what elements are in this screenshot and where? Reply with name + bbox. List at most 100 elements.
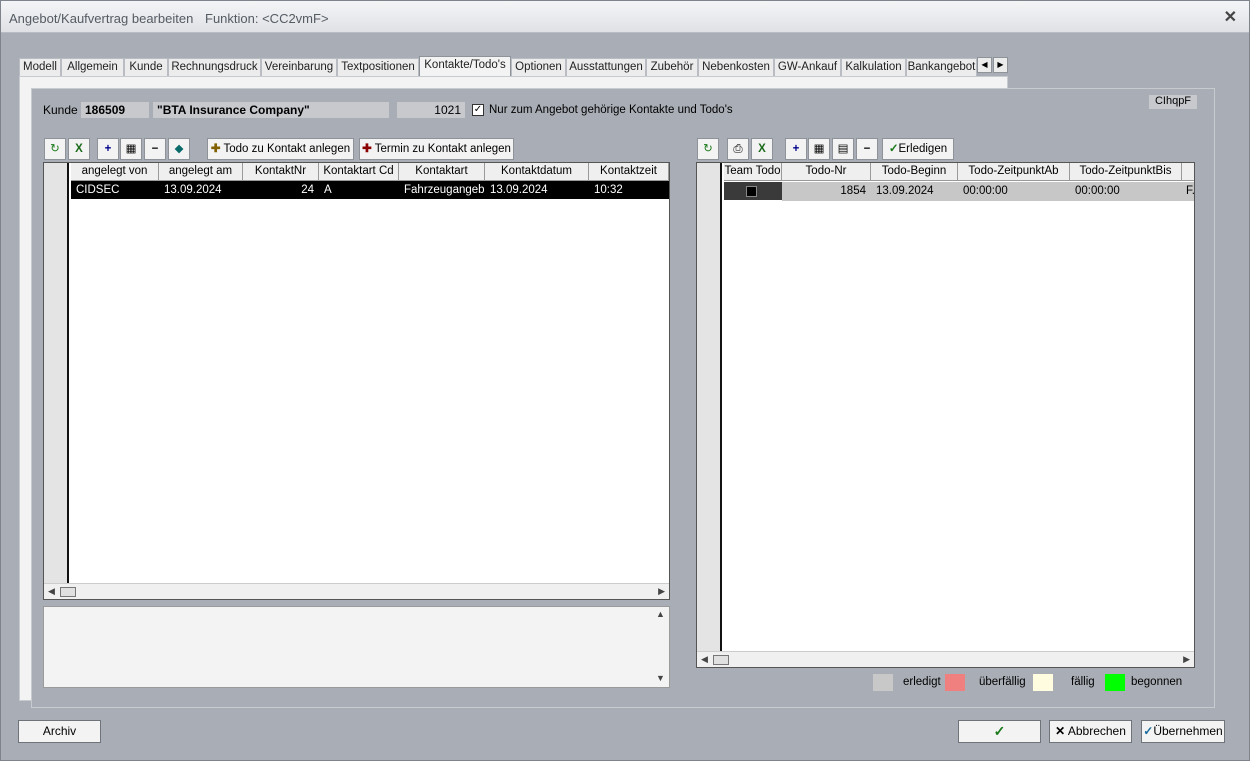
tab-kunde[interactable]: Kunde bbox=[124, 58, 168, 77]
close-icon[interactable]: ✕ bbox=[1224, 7, 1237, 27]
cell-angelegt-von: CIDSEC bbox=[76, 184, 120, 196]
kunde-label: Kunde bbox=[43, 103, 78, 117]
tab-modell[interactable]: Modell bbox=[19, 58, 61, 77]
scroll-thumb[interactable] bbox=[713, 655, 729, 665]
uebernehmen-button[interactable]: ✓Übernehmen bbox=[1141, 720, 1225, 743]
tab-rechnungsdruck[interactable]: Rechnungsdruck bbox=[168, 58, 261, 77]
scroll-up-icon[interactable]: ▲ bbox=[656, 609, 665, 619]
todo-grid: Team Todo Todo-Nr Todo-Beginn Todo-Zeitp… bbox=[696, 162, 1195, 668]
angebot-nr-field: 1021 bbox=[397, 102, 465, 118]
col-kontaktart-cd[interactable]: Kontaktart Cd bbox=[319, 163, 399, 181]
apply-check-icon: ✓ bbox=[1143, 724, 1154, 738]
delete-contact-icon[interactable]: − bbox=[144, 138, 166, 160]
col-team-todo[interactable]: Team Todo bbox=[724, 163, 782, 181]
scroll-right-icon[interactable]: ▶ bbox=[658, 586, 665, 597]
add-todo-icon-button[interactable]: + bbox=[785, 138, 807, 160]
cell-more: F. bbox=[1186, 185, 1195, 197]
contacts-hscrollbar[interactable]: ◀ ▶ bbox=[44, 583, 669, 599]
col-kontaktdatum[interactable]: Kontaktdatum bbox=[485, 163, 589, 181]
cell-todo-beginn: 13.09.2024 bbox=[876, 185, 934, 197]
col-kontaktart[interactable]: Kontaktart bbox=[399, 163, 485, 181]
memo-vscrollbar[interactable]: ▲ ▼ bbox=[653, 607, 669, 687]
tab-scroll-right-icon[interactable]: ▶ bbox=[993, 57, 1008, 73]
tab-scroll-left-icon[interactable]: ◀ bbox=[977, 57, 992, 73]
edit-todo-icon[interactable]: ▦ bbox=[808, 138, 830, 160]
delete-todo-icon[interactable]: − bbox=[856, 138, 878, 160]
add-contact-icon[interactable]: + bbox=[97, 138, 119, 160]
abbrechen-button[interactable]: ✕ Abbrechen bbox=[1049, 720, 1132, 743]
tab-allgemein[interactable]: Allgemein bbox=[61, 58, 124, 77]
cell-angelegt-am: 13.09.2024 bbox=[164, 184, 222, 196]
only-offer-contacts-checkbox[interactable]: ✓ bbox=[472, 104, 484, 116]
tab-zubehoer[interactable]: Zubehör bbox=[646, 58, 698, 77]
add-todo-icon: ✚ bbox=[210, 143, 221, 155]
print-icon[interactable]: ⎙ bbox=[727, 138, 749, 160]
todo-hscrollbar[interactable]: ◀ ▶ bbox=[697, 651, 1194, 667]
scroll-thumb[interactable] bbox=[60, 587, 76, 597]
tab-nebenkosten[interactable]: Nebenkosten bbox=[698, 58, 774, 77]
col-kontaktnr[interactable]: KontaktNr bbox=[243, 163, 319, 181]
title-bar: Angebot/Kaufvertrag bearbeiten Funktion:… bbox=[1, 1, 1249, 33]
code-label: CIhqpF bbox=[1149, 95, 1197, 109]
assign-todo-icon[interactable]: ▤ bbox=[832, 138, 854, 160]
tab-bankangebot[interactable]: Bankangebot bbox=[906, 58, 977, 77]
contact-memo[interactable]: ▲ ▼ bbox=[43, 606, 670, 688]
col-todo-zeitpunkt-bis[interactable]: Todo-ZeitpunktBis bbox=[1070, 163, 1182, 181]
abbrechen-label: Abbrechen bbox=[1067, 724, 1126, 738]
cell-kontaktdatum: 13.09.2024 bbox=[490, 184, 548, 196]
add-termin-icon: ✚ bbox=[362, 143, 372, 155]
ok-check-icon: ✓ bbox=[993, 723, 1006, 739]
only-offer-contacts-label: Nur zum Angebot gehörige Kontakte und To… bbox=[489, 104, 733, 116]
scroll-down-icon[interactable]: ▼ bbox=[656, 673, 665, 683]
tab-kontakte-todos[interactable]: Kontakte/Todo's bbox=[419, 56, 511, 78]
col-todo-nr[interactable]: Todo-Nr bbox=[782, 163, 871, 181]
col-kontaktzeit[interactable]: Kontaktzeit bbox=[589, 163, 669, 181]
col-more[interactable] bbox=[1182, 163, 1194, 181]
cell-kontaktzeit: 10:32 bbox=[594, 184, 623, 196]
legend-ueberfaellig-label: überfällig bbox=[979, 676, 1026, 688]
excel-export-todos-icon[interactable]: X bbox=[751, 138, 773, 160]
col-angelegt-am[interactable]: angelegt am bbox=[159, 163, 243, 181]
transfer-icon[interactable]: ◆ bbox=[168, 138, 190, 160]
uebernehmen-label: Übernehmen bbox=[1153, 724, 1223, 738]
ok-button[interactable]: ✓ bbox=[958, 720, 1041, 743]
legend-ueberfaellig-swatch bbox=[945, 674, 965, 691]
termin-zu-kontakt-button[interactable]: ✚ Termin zu Kontakt anlegen bbox=[359, 138, 514, 160]
legend-faellig-label: fällig bbox=[1071, 676, 1095, 688]
cell-kontaktnr: 24 bbox=[301, 184, 314, 196]
window-title: Angebot/Kaufvertrag bearbeiten bbox=[9, 11, 194, 26]
archiv-button[interactable]: Archiv bbox=[18, 720, 101, 743]
team-todo-checkbox[interactable] bbox=[746, 186, 757, 197]
dialog-window: Angebot/Kaufvertrag bearbeiten Funktion:… bbox=[0, 0, 1250, 761]
legend-begonnen-label: begonnen bbox=[1131, 676, 1183, 688]
scroll-left-icon[interactable]: ◀ bbox=[701, 654, 708, 665]
tab-vereinbarung[interactable]: Vereinbarung bbox=[261, 58, 337, 77]
tab-optionen[interactable]: Optionen bbox=[511, 58, 566, 77]
todo-zu-kontakt-label: Todo zu Kontakt anlegen bbox=[223, 143, 351, 155]
refresh-contacts-icon[interactable]: ↻ bbox=[44, 138, 66, 160]
erledigen-button[interactable]: ✓Erledigen bbox=[882, 138, 954, 160]
col-todo-beginn[interactable]: Todo-Beginn bbox=[871, 163, 958, 181]
legend-erledigt-swatch bbox=[873, 674, 893, 691]
col-angelegt-von[interactable]: angelegt von bbox=[71, 163, 159, 181]
tab-ausstattungen[interactable]: Ausstattungen bbox=[566, 58, 646, 77]
tab-textpositionen[interactable]: Textpositionen bbox=[337, 58, 419, 77]
cell-team-todo[interactable] bbox=[724, 182, 782, 200]
legend-erledigt-label: erledigt bbox=[903, 676, 941, 688]
scroll-right-icon[interactable]: ▶ bbox=[1183, 654, 1190, 665]
col-todo-zeitpunkt-ab[interactable]: Todo-ZeitpunktAb bbox=[958, 163, 1070, 181]
tab-gw-ankauf[interactable]: GW-Ankauf bbox=[774, 58, 841, 77]
erledigen-label: Erledigen bbox=[898, 143, 948, 155]
todo-zu-kontakt-button[interactable]: ✚ Todo zu Kontakt anlegen bbox=[207, 138, 354, 160]
excel-export-icon[interactable]: X bbox=[68, 138, 90, 160]
cell-todo-zeitpunkt-bis: 00:00:00 bbox=[1075, 185, 1120, 197]
kunde-nr-field: 186509 bbox=[81, 102, 149, 118]
tab-kalkulation[interactable]: Kalkulation bbox=[841, 58, 906, 77]
todo-row-header bbox=[697, 163, 722, 667]
refresh-todos-icon[interactable]: ↻ bbox=[697, 138, 719, 160]
cell-todo-nr: 1854 bbox=[840, 185, 866, 197]
tab-strip: Modell Allgemein Kunde Rechnungsdruck Ve… bbox=[19, 56, 1009, 78]
edit-contact-icon[interactable]: ▦ bbox=[120, 138, 142, 160]
scroll-left-icon[interactable]: ◀ bbox=[48, 586, 55, 597]
kunde-name-field: "BTA Insurance Company" bbox=[153, 102, 389, 118]
